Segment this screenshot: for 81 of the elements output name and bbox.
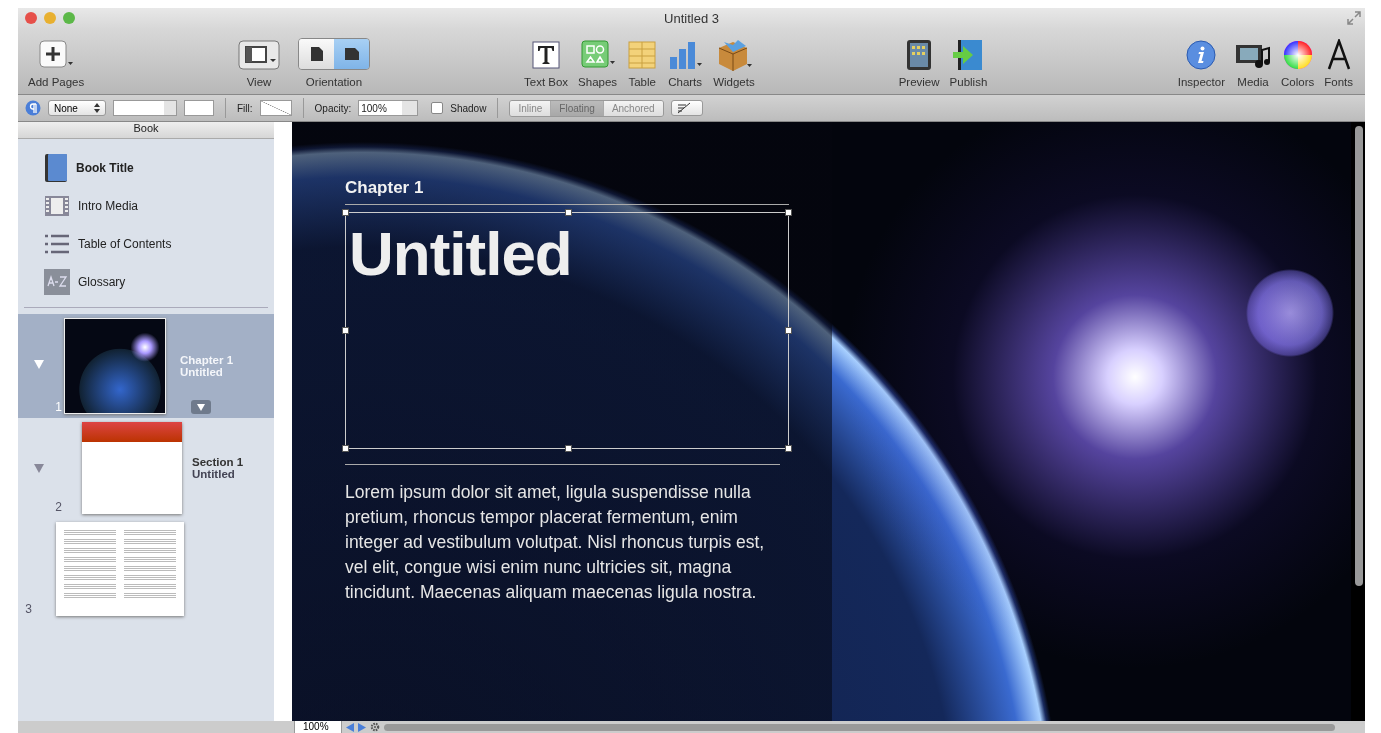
orientation-label: Orientation: [305, 76, 363, 88]
fonts-button[interactable]: Fonts: [1322, 37, 1355, 88]
sidebar-item[interactable]: Intro Media: [44, 187, 274, 225]
body-paragraph: Lorem ipsum dolor sit amet, ligula suspendisse nulla pretium, rhoncus tempor placerat fermentum, enim integer ad vestibulum volutpat. Nisl rhoncus turpis est, vel elit, congue wisi enim nunc ultricies sit, magna tincidunt. Maecenas aliquam maecenas ligula nostra.: [345, 464, 780, 605]
color-wheel-icon: [1282, 40, 1313, 70]
vertical-scrollbar[interactable]: [1355, 126, 1363, 586]
sidebar-title: Book: [133, 122, 159, 134]
page-thumbnail[interactable]: [56, 522, 184, 616]
sidebar-item[interactable]: Glossary: [44, 263, 274, 301]
page-title: Section 1: [192, 456, 244, 468]
fill-swatch[interactable]: [259, 100, 292, 116]
zoom-button[interactable]: [63, 12, 75, 24]
page-row[interactable]: 3: [18, 518, 274, 620]
page-thumbnail[interactable]: [64, 318, 166, 414]
book-icon: [44, 153, 68, 183]
shapes-icon: [579, 39, 616, 71]
media-button[interactable]: Media: [1233, 37, 1273, 88]
page-number: 1: [54, 400, 62, 414]
glossary-icon: [44, 269, 70, 295]
opacity-field[interactable]: 100%: [358, 100, 419, 116]
sidebar-layout-icon: [238, 40, 280, 70]
line-style-icon: [676, 102, 691, 114]
table-icon: [627, 40, 658, 70]
next-page-icon[interactable]: [357, 722, 366, 732]
title-text-box[interactable]: Untitled: [345, 212, 789, 449]
stepper-arrows-icon: [94, 103, 100, 113]
page-title: Chapter 1: [180, 354, 234, 366]
portrait-button[interactable]: [299, 39, 334, 69]
style-popup[interactable]: None: [48, 100, 106, 116]
fill-label: Fill:: [237, 102, 253, 114]
horizontal-scrollbar[interactable]: [383, 723, 1335, 731]
down-triangle-icon: [197, 403, 205, 411]
disclosure-triangle-icon[interactable]: [34, 360, 44, 369]
shapes-button[interactable]: Shapes: [576, 37, 620, 88]
stroke-width-field[interactable]: [184, 100, 214, 116]
film-icon: [44, 195, 70, 217]
landscape-page-icon: [343, 47, 360, 61]
close-button[interactable]: [25, 12, 37, 24]
minimize-button[interactable]: [44, 12, 56, 24]
view-button[interactable]: View: [236, 37, 282, 88]
font-letter-icon: [1325, 39, 1352, 71]
sidebar-item[interactable]: Book Title: [44, 149, 274, 187]
portrait-page-icon: [309, 46, 324, 62]
chapter-label: Chapter 1: [345, 178, 789, 205]
plus-icon: [39, 40, 74, 70]
page-subtitle: Untitled: [180, 366, 224, 378]
shadow-label: Shadow: [450, 102, 487, 114]
bar-chart-icon: [667, 39, 704, 71]
inspector-button[interactable]: Inspector: [1175, 37, 1227, 88]
colors-button[interactable]: Colors: [1279, 37, 1317, 88]
table-button[interactable]: Table: [625, 37, 660, 88]
disclosure-triangle-icon[interactable]: [34, 464, 44, 473]
page-menu-button[interactable]: [191, 400, 211, 414]
charts-button[interactable]: Charts: [665, 37, 706, 88]
preview-button[interactable]: Preview: [896, 37, 942, 88]
page-number: 3: [24, 602, 32, 616]
page-row[interactable]: 2 Section 1 Untitled: [18, 418, 274, 518]
add-pages-button[interactable]: Add Pages: [26, 37, 87, 88]
text-box-button[interactable]: Text Box: [522, 37, 571, 88]
gear-icon[interactable]: [369, 722, 380, 732]
wrap-style-popup[interactable]: [670, 100, 703, 116]
opacity-label: Opacity:: [314, 102, 352, 114]
landscape-button[interactable]: [334, 39, 369, 69]
text-box-icon: [530, 39, 563, 71]
stroke-combo[interactable]: [113, 100, 177, 116]
page-thumbnail[interactable]: [82, 422, 182, 514]
zoom-popup[interactable]: 100%: [294, 721, 342, 733]
page-number: 2: [54, 500, 62, 514]
sidebar-item[interactable]: Table of Contents: [44, 225, 274, 263]
tablet-icon: [906, 39, 933, 71]
publish-button[interactable]: Publish: [947, 37, 990, 88]
page-subtitle: Untitled: [192, 468, 236, 480]
fullscreen-icon[interactable]: [1347, 11, 1361, 25]
info-icon: [1186, 40, 1217, 70]
paragraph-icon[interactable]: [25, 100, 41, 116]
list-icon: [44, 233, 70, 255]
shadow-checkbox[interactable]: [431, 102, 444, 114]
publish-arrow-icon: [952, 39, 985, 71]
widgets-button[interactable]: Widgets: [711, 37, 757, 88]
window-title: Untitled 3: [664, 10, 719, 26]
previous-page-icon[interactable]: [345, 722, 354, 732]
